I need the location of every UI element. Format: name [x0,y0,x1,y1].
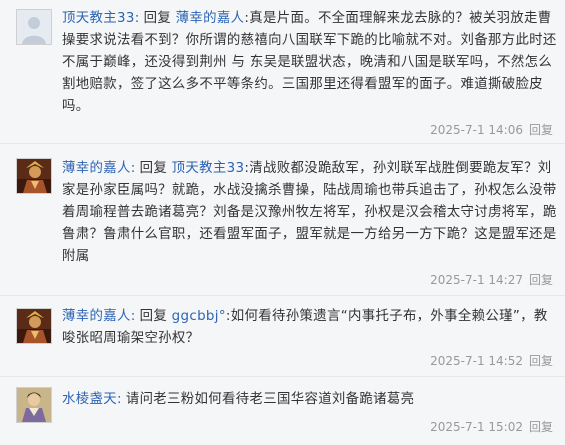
reply-list: 顶天教主33: 回复 薄幸的嘉人:真是片面。不全面理解来龙去脉的？被关羽放走曹操要… [0,0,565,445]
reply-text: 薄幸的嘉人: 回复 ggcbbj°:如何看待孙策遗言“内事托子布，外事全赖公瑾”，… [62,306,558,350]
reply-item: 薄幸的嘉人: 回复 ggcbbj°:如何看待孙策遗言“内事托子布，外事全赖公瑾”，… [0,296,565,377]
reply-item: 顶天教主33: 回复 薄幸的嘉人:真是片面。不全面理解来龙去脉的？被关羽放走曹操要… [0,0,565,144]
reply-text: 薄幸的嘉人: 回复 顶天教主33:清战败都没跪敌军，孙刘联军战胜倒要跪友军？刘家是… [62,158,558,268]
reply-target-link[interactable]: ggcbbj° [172,309,226,324]
author-link[interactable]: 薄幸的嘉人: [62,309,136,324]
reply-button[interactable]: 回复 [529,354,553,368]
reply-body: 请问老三粉如何看待老三国华容道刘备跪诸葛亮 [125,392,415,407]
reply-target-link[interactable]: 薄幸的嘉人 [176,11,245,26]
reply-meta: 2025-7-1 14:27 回复 [430,273,553,287]
warrior-portrait-avatar-icon[interactable] [16,308,52,344]
default-user-avatar-icon[interactable] [16,9,52,45]
reply-button[interactable]: 回复 [529,123,553,137]
reply-meta: 2025-7-1 14:52 回复 [430,354,553,368]
warrior-portrait-avatar-icon[interactable] [16,158,52,194]
author-link[interactable]: 顶天教主33: [62,11,140,26]
reply-body: :清战败都没跪敌军，孙刘联军战胜倒要跪友军？刘家是孙家臣属吗？就跪，水战没擒杀曹… [62,161,557,264]
reply-action: 回复 [139,161,168,176]
reply-text: 水棱盏天: 请问老三粉如何看待老三国华容道刘备跪诸葛亮 [62,389,558,411]
timestamp: 2025-7-1 15:02 [430,420,523,434]
timestamp: 2025-7-1 14:27 [430,273,523,287]
reply-action: 回复 [139,309,168,324]
reply-button[interactable]: 回复 [529,273,553,287]
reply-meta: 2025-7-1 15:02 回复 [430,420,553,434]
reply-item: 薄幸的嘉人: 回复 顶天教主33:清战败都没跪敌军，孙刘联军战胜倒要跪友军？刘家是… [0,144,565,296]
author-link[interactable]: 薄幸的嘉人: [62,161,136,176]
reply-target-link[interactable]: 顶天教主33 [172,161,245,176]
reply-button[interactable]: 回复 [529,420,553,434]
author-link[interactable]: 水棱盏天: [62,392,122,407]
reply-text: 顶天教主33: 回复 薄幸的嘉人:真是片面。不全面理解来龙去脉的？被关羽放走曹操要… [62,8,558,118]
reply-body: :真是片面。不全面理解来龙去脉的？被关羽放走曹操要求说法看不到？你所谓的慈禧向八… [62,11,557,114]
reply-item: 水棱盏天: 请问老三粉如何看待老三国华容道刘备跪诸葛亮 2025-7-1 15:0… [0,377,565,445]
timestamp: 2025-7-1 14:52 [430,354,523,368]
timestamp: 2025-7-1 14:06 [430,123,523,137]
reply-meta: 2025-7-1 14:06 回复 [430,123,553,137]
reply-action: 回复 [143,11,172,26]
sage-portrait-avatar-icon[interactable] [16,387,52,423]
